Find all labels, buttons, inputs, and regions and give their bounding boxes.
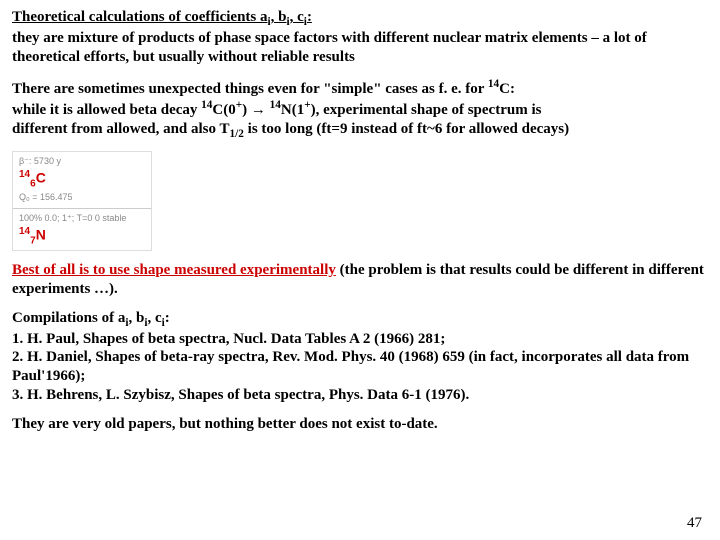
text: : xyxy=(165,310,170,326)
page-content: Theoretical calculations of coefficients… xyxy=(0,0,720,451)
text: ) xyxy=(242,102,251,118)
heading-body: they are mixture of products of phase sp… xyxy=(12,30,647,65)
paragraph-best: Best of all is to use shape measured exp… xyxy=(12,261,708,299)
element-symbol: N xyxy=(36,226,46,242)
text: Compilations of a xyxy=(12,310,125,326)
decay-scheme-figure: β⁻: 5730 y 146C Q₀ = 156.475 100% 0.0; 1… xyxy=(12,151,152,251)
mass-number: 14 xyxy=(19,226,30,237)
figure-divider xyxy=(13,208,151,209)
reference-1: 1. H. Paul, Shapes of beta spectra, Nucl… xyxy=(12,331,445,347)
figure-nuclide-top: 146C xyxy=(19,169,145,191)
heading-text: , c xyxy=(290,9,304,25)
figure-bottom-caption: 100% 0.0; 1⁺; T=0 0 stable xyxy=(19,213,145,224)
sub-half: 1/2 xyxy=(230,128,244,140)
text: different from allowed, and also T xyxy=(12,121,230,137)
text: C(0 xyxy=(212,102,235,118)
text: C: xyxy=(499,81,515,97)
text: There are sometimes unexpected things ev… xyxy=(12,81,488,97)
paragraph-example: There are sometimes unexpected things ev… xyxy=(12,77,708,142)
text: ), experimental shape of spectrum is xyxy=(311,102,542,118)
paragraph-closing: They are very old papers, but nothing be… xyxy=(12,415,708,434)
heading-text: Theoretical calculations of coefficients… xyxy=(12,9,268,25)
text: , b xyxy=(128,310,144,326)
text: is too long (ft=9 instead of ft~6 for al… xyxy=(244,121,569,137)
heading-text: , b xyxy=(271,9,287,25)
text: , c xyxy=(147,310,161,326)
text: N(1 xyxy=(281,102,304,118)
element-symbol: C xyxy=(36,170,46,186)
heading-underline: Theoretical calculations of coefficients… xyxy=(12,9,312,25)
reference-3: 3. H. Behrens, L. Szybisz, Shapes of bet… xyxy=(12,387,469,403)
sup-14: 14 xyxy=(270,99,281,111)
text: while it is allowed beta decay xyxy=(12,102,201,118)
figure-nuclide-bottom: 147N xyxy=(19,226,145,248)
reference-2: 2. H. Daniel, Shapes of beta-ray spectra… xyxy=(12,349,689,384)
paragraph-compilations: Compilations of ai, bi, ci: 1. H. Paul, … xyxy=(12,309,708,405)
page-number: 47 xyxy=(687,515,702,532)
mass-number: 14 xyxy=(19,169,30,180)
emphasis-text: Best of all is to use shape measured exp… xyxy=(12,262,336,278)
arrow-icon: → xyxy=(251,101,266,118)
sup-14: 14 xyxy=(201,99,212,111)
heading-text: : xyxy=(307,9,312,25)
sup-14: 14 xyxy=(488,78,499,90)
figure-q-value: Q₀ = 156.475 xyxy=(19,192,145,203)
figure-top-caption: β⁻: 5730 y xyxy=(19,156,145,167)
paragraph-heading: Theoretical calculations of coefficients… xyxy=(12,8,708,67)
